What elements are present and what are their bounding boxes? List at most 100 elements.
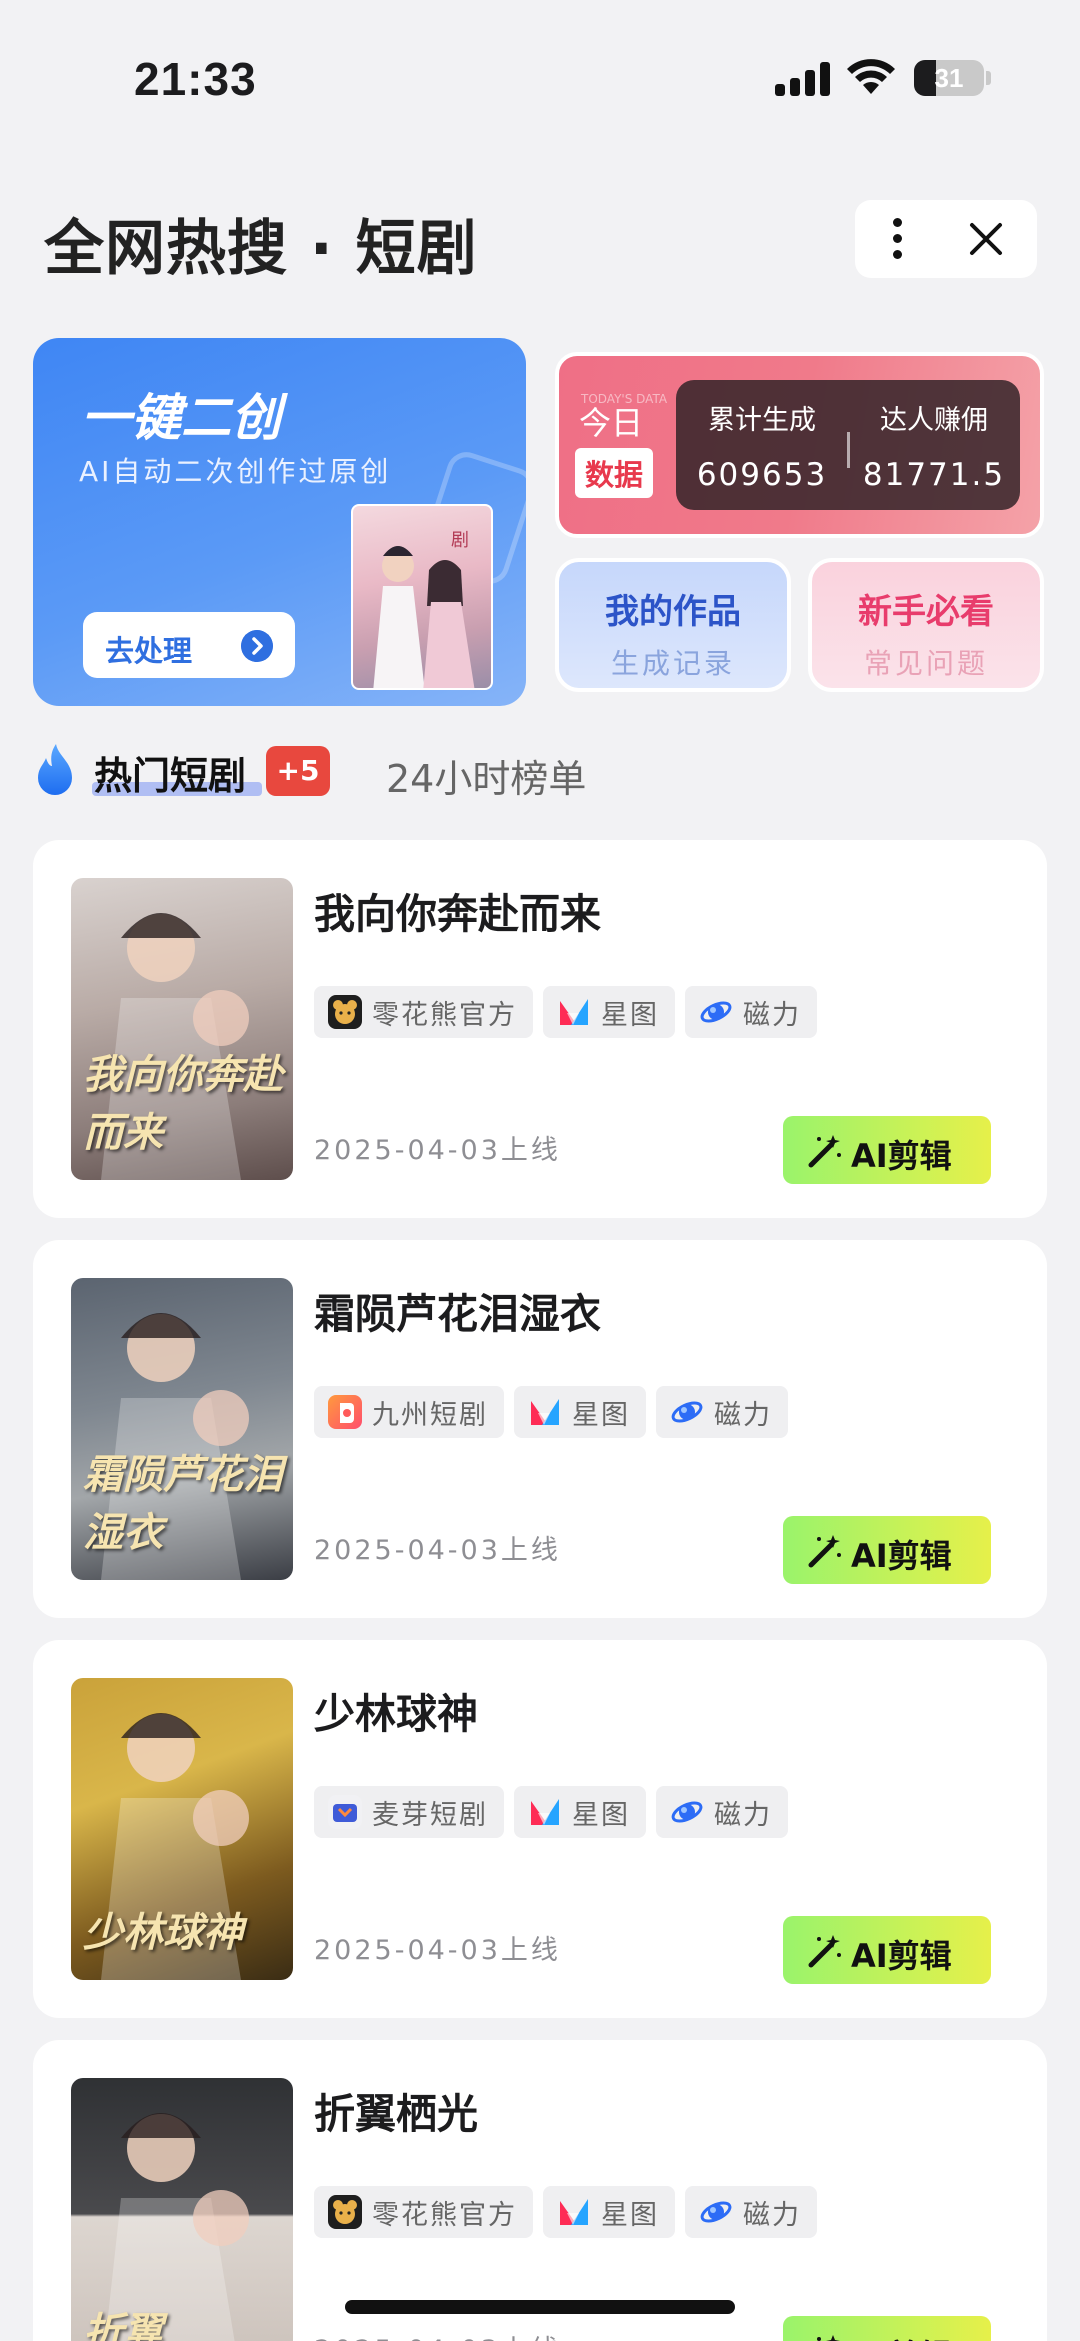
- beginner-guide-card[interactable]: 新手必看 常见问题: [808, 558, 1044, 692]
- platform-name: 星图: [572, 1799, 630, 1831]
- poster-caption: 霜陨芦花泪湿衣: [83, 1452, 283, 1556]
- platform-tag: 星图: [514, 1786, 646, 1838]
- stat-value: 81771.5: [862, 457, 1006, 493]
- tab-24h-ranking[interactable]: 24小时榜单: [386, 748, 586, 803]
- platform-tag: 磁力: [685, 2186, 817, 2238]
- platform-tags: 九州短剧 星图 磁力: [314, 1386, 788, 1438]
- magic-wand-icon: [808, 1135, 841, 1168]
- ai-edit-button[interactable]: AI剪辑: [783, 1916, 991, 1984]
- cili-icon: [670, 1395, 704, 1429]
- xingtu-icon: [528, 1795, 562, 1829]
- platform-tags: 零花熊官方 星图 磁力: [314, 2186, 817, 2238]
- drama-poster-image[interactable]: 霜陨芦花泪湿衣: [71, 1278, 293, 1580]
- battery-icon: 31: [914, 60, 984, 96]
- ai-edit-label: AI剪辑: [851, 1137, 952, 1175]
- drama-title[interactable]: 折翼栖光: [314, 2080, 478, 2140]
- stat-label: 达人赚佣: [880, 405, 988, 436]
- page-title: 全网热搜 · 短剧: [44, 214, 478, 284]
- wifi-icon: [847, 59, 895, 94]
- ai-edit-label: AI剪辑: [851, 1937, 952, 1975]
- platform-tag: 九州短剧: [314, 1386, 504, 1438]
- xingtu-icon: [557, 995, 591, 1029]
- platform-name: 磁力: [743, 999, 801, 1031]
- beginner-guide-subtitle: 常见问题: [863, 647, 988, 680]
- new-count-badge: +5: [266, 746, 330, 796]
- stat-commission: 达人赚佣 81771.5: [848, 398, 1020, 493]
- stat-value: 609653: [696, 457, 828, 493]
- magic-wand-icon: [808, 1935, 841, 1968]
- poster-caption: 我向你奔赴而来: [83, 1052, 283, 1156]
- platform-name: 零花熊官方: [372, 2199, 517, 2231]
- cili-icon: [670, 1795, 704, 1829]
- drama-title[interactable]: 少林球神: [314, 1680, 478, 1740]
- today-label: 今日: [579, 404, 644, 442]
- drama-card[interactable]: 霜陨芦花泪湿衣 霜陨芦花泪湿衣 九州短剧 星图 磁力 2025-04-03上线 AI剪辑: [33, 1240, 1047, 1618]
- promo-card[interactable]: 一键二创 AI自动二次创作过原创 去处理 剧: [33, 338, 526, 706]
- close-icon[interactable]: [967, 220, 1005, 258]
- process-button[interactable]: 去处理: [83, 612, 295, 678]
- drama-card[interactable]: 我向你奔赴而来 我向你奔赴而来 零花熊官方 星图 磁力 2025-04-03上线 AI剪辑: [33, 840, 1047, 1218]
- platform-name: 九州短剧: [372, 1399, 488, 1431]
- my-works-title: 我的作品: [605, 592, 741, 632]
- platform-tag: 星图: [543, 2186, 675, 2238]
- bear-icon: [328, 2195, 362, 2229]
- release-date: 2025-04-03上线: [314, 1535, 561, 1566]
- ai-edit-button[interactable]: AI剪辑: [783, 2316, 991, 2341]
- my-works-card[interactable]: 我的作品 生成记录: [555, 558, 791, 692]
- poster-caption: 少林球神: [83, 1910, 243, 1956]
- release-date: 2025-04-03上线: [314, 1135, 561, 1166]
- platform-name: 星图: [572, 1399, 630, 1431]
- drama-poster-image[interactable]: 少林球神: [71, 1678, 293, 1980]
- cellular-signal-icon: [775, 60, 831, 96]
- bear-icon: [328, 995, 362, 1029]
- battery-percent: 31: [934, 63, 964, 93]
- drama-poster-image[interactable]: 我向你奔赴而来: [71, 878, 293, 1180]
- platform-name: 磁力: [714, 1799, 772, 1831]
- stat-label: 累计生成: [708, 405, 816, 436]
- platform-tag: 零花熊官方: [314, 2186, 533, 2238]
- drama-title[interactable]: 霜陨芦花泪湿衣: [314, 1280, 601, 1340]
- ai-edit-label: AI剪辑: [851, 2331, 952, 2341]
- platform-tag: 磁力: [656, 1786, 788, 1838]
- poster-caption: 折翼: [83, 2310, 163, 2341]
- my-works-subtitle: 生成记录: [610, 647, 735, 680]
- home-indicator[interactable]: [345, 2300, 735, 2314]
- drama-poster-image[interactable]: 折翼: [71, 2078, 293, 2341]
- stat-total-generated: 累计生成 609653: [676, 398, 848, 493]
- platform-tag: 星图: [543, 986, 675, 1038]
- drama-card[interactable]: 少林球神 少林球神 麦芽短剧 星图 磁力 2025-04-03上线 AI剪辑: [33, 1640, 1047, 2018]
- chevron-right-icon: [241, 630, 273, 662]
- data-badge: 数据: [575, 448, 654, 498]
- magic-wand-icon: [817, 2335, 840, 2341]
- flame-icon: [38, 744, 72, 795]
- magic-wand-icon: [808, 1535, 841, 1568]
- ai-edit-button[interactable]: AI剪辑: [783, 1516, 991, 1584]
- today-data-card[interactable]: TODAY'S DATA 今日 数据 累计生成 609653 达人赚佣 8177…: [555, 352, 1044, 538]
- status-time: 21:33: [134, 53, 257, 105]
- tab-hot-dramas[interactable]: 热门短剧: [94, 745, 246, 800]
- platform-name: 麦芽短剧: [372, 1799, 488, 1831]
- promo-poster-image: 剧: [351, 504, 493, 690]
- ai-edit-button[interactable]: AI剪辑: [783, 1116, 991, 1184]
- platform-name: 星图: [601, 2199, 659, 2231]
- platform-name: 星图: [601, 999, 659, 1031]
- drama-card[interactable]: 折翼 折翼栖光零花熊官方 星图 磁力 2025-04-03上线 AI剪辑: [33, 2040, 1047, 2341]
- platform-tag: 星图: [514, 1386, 646, 1438]
- battery-tip: [986, 71, 991, 85]
- drama-title[interactable]: 我向你奔赴而来: [314, 880, 601, 940]
- xingtu-icon: [528, 1395, 562, 1429]
- platform-name: 磁力: [714, 1399, 772, 1431]
- more-icon[interactable]: [893, 218, 903, 260]
- platform-name: 磁力: [743, 2199, 801, 2231]
- ai-edit-label: AI剪辑: [851, 1537, 952, 1575]
- svg-text:剧: 剧: [451, 530, 469, 551]
- platform-tags: 零花熊官方 星图 磁力: [314, 986, 817, 1038]
- platform-tag: 零花熊官方: [314, 986, 533, 1038]
- platform-name: 零花熊官方: [372, 999, 517, 1031]
- platform-tag: 磁力: [685, 986, 817, 1038]
- promo-title: 一键二创: [81, 389, 281, 447]
- platform-tags: 麦芽短剧 星图 磁力: [314, 1786, 788, 1838]
- xingtu-icon: [557, 2195, 591, 2229]
- cili-icon: [699, 2195, 733, 2229]
- process-button-label: 去处理: [105, 634, 193, 668]
